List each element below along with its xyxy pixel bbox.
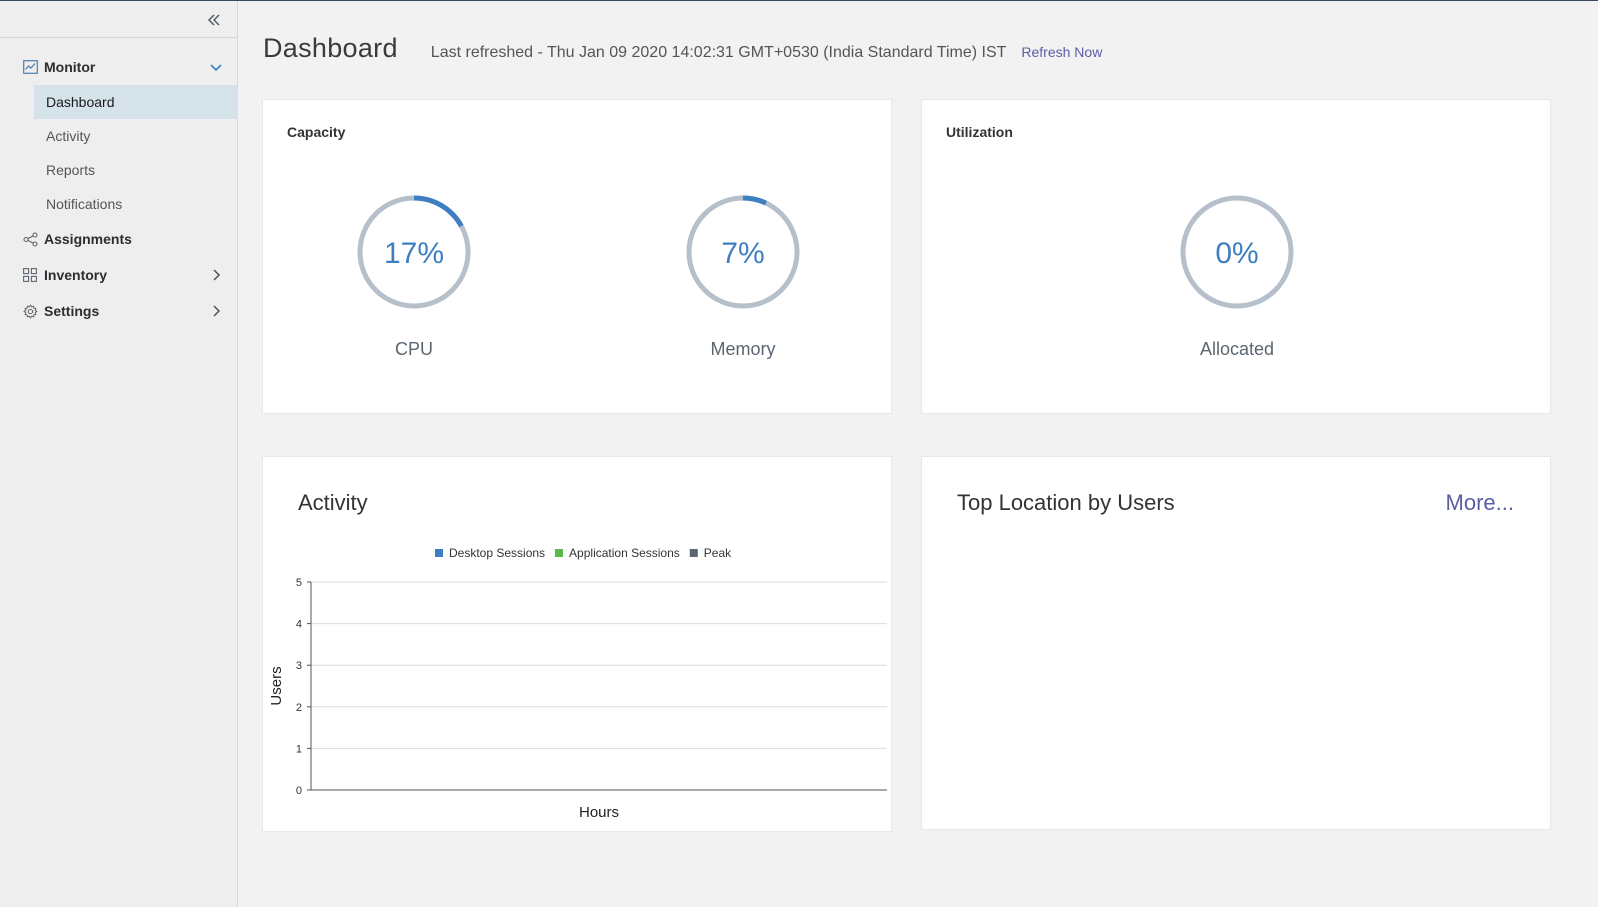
refresh-now-link[interactable]: Refresh Now [1021, 44, 1102, 60]
gauge-value: 17% [384, 237, 444, 270]
double-chevron-left-icon [208, 14, 220, 26]
capacity-card: Capacity 17% CPU 7% Memory [262, 99, 892, 414]
last-refreshed-text: Last refreshed - Thu Jan 09 2020 14:02:3… [430, 44, 1007, 61]
gauge-label: CPU [394, 339, 433, 359]
sidebar-divider [0, 37, 237, 38]
chevron-right-icon [213, 305, 221, 317]
sidebar-item-dashboard[interactable]: Dashboard [34, 85, 238, 119]
monitor-chart-icon [22, 59, 38, 75]
y-tick-label: 5 [296, 577, 302, 589]
sidebar-group-inventory[interactable]: Inventory [0, 257, 238, 293]
memory-donut: 7% [686, 195, 800, 309]
sidebar-group-settings[interactable]: Settings [0, 293, 238, 329]
page-title: Dashboard [263, 33, 398, 63]
gear-icon [22, 303, 38, 319]
legend-swatch [435, 549, 443, 557]
allocated-gauge: 0% Allocated [1177, 192, 1297, 359]
sidebar-group-label: Assignments [44, 231, 132, 247]
y-tick-label: 0 [296, 785, 302, 797]
sidebar-group-label: Settings [44, 303, 100, 319]
top-location-card: Top Location by Users More... [921, 456, 1551, 830]
gauge-label: Memory [710, 339, 776, 359]
more-link[interactable]: More... [1446, 490, 1514, 516]
sidebar: Monitor Dashboard Activity Reports Notif… [0, 1, 238, 907]
chevron-right-icon [213, 269, 221, 281]
sidebar-group-monitor[interactable]: Monitor [0, 49, 238, 85]
sidebar-group-label: Inventory [44, 267, 108, 283]
legend-label: Peak [704, 546, 732, 560]
card-title: Capacity [287, 124, 346, 140]
y-tick-label: 2 [296, 702, 302, 714]
card-title: Top Location by Users [957, 490, 1175, 515]
legend-label: Application Sessions [569, 546, 680, 560]
sidebar-item-activity[interactable]: Activity [0, 119, 238, 153]
y-tick-label: 3 [296, 660, 302, 672]
sidebar-nav: Monitor Dashboard Activity Reports Notif… [0, 49, 238, 329]
main-content: Dashboard Last refreshed - Thu Jan 09 20… [238, 1, 1598, 907]
gauge-value: 7% [721, 237, 764, 270]
chevron-down-icon [210, 64, 222, 72]
allocated-donut: 0% [1180, 195, 1294, 309]
legend-label: Desktop Sessions [449, 546, 545, 560]
x-axis-label: Hours [579, 804, 619, 821]
collapse-sidebar-button[interactable] [203, 9, 225, 31]
page-header: Dashboard Last refreshed - Thu Jan 09 20… [263, 33, 1102, 64]
sidebar-group-assignments[interactable]: Assignments [0, 221, 238, 257]
gauge-label: Allocated [1199, 339, 1275, 359]
card-title: Utilization [946, 124, 1013, 140]
legend-swatch [555, 549, 564, 557]
grid-icon [22, 267, 38, 283]
sidebar-item-notifications[interactable]: Notifications [0, 187, 238, 221]
gauge-value: 0% [1215, 237, 1258, 270]
sidebar-item-reports[interactable]: Reports [0, 153, 238, 187]
y-tick-label: 1 [296, 743, 302, 755]
cpu-gauge: 17% CPU [354, 192, 474, 359]
y-axis-label: Users [268, 666, 285, 705]
memory-gauge: 7% Memory [683, 192, 803, 359]
legend-swatch [689, 549, 698, 557]
share-nodes-icon [22, 231, 38, 247]
activity-card: Activity 0 1 2 3 4 5 Users Hours Desktop Session… [262, 456, 892, 832]
sidebar-group-label: Monitor [44, 59, 96, 75]
cpu-donut: 17% [357, 195, 471, 309]
y-tick-label: 4 [296, 619, 302, 631]
utilization-card: Utilization 0% Allocated [921, 99, 1551, 414]
activity-chart: 0 1 2 3 4 5 Users Hours Desktop Sessions Applicat… [268, 546, 887, 821]
